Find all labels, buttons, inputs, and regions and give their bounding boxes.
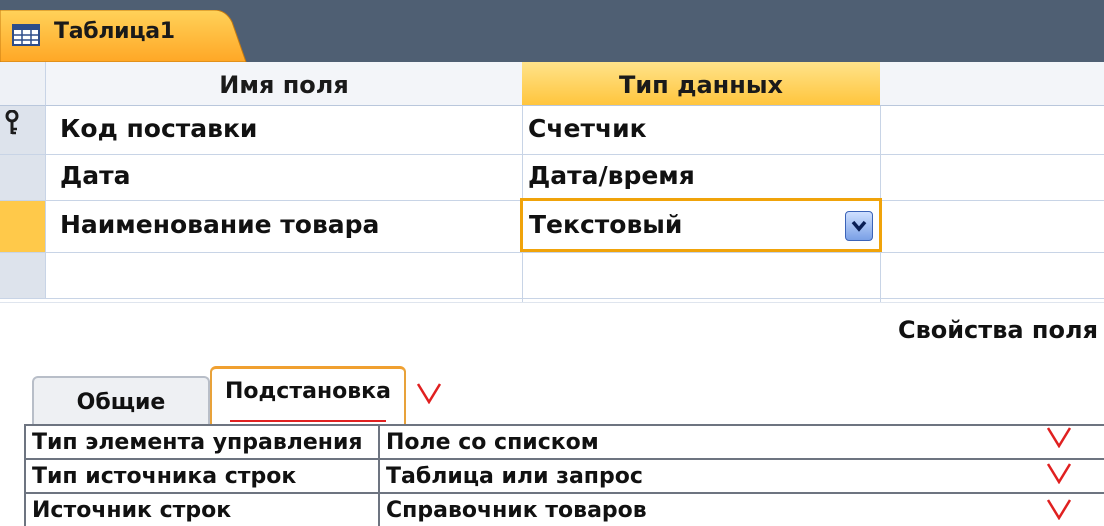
column-header-data-type-label: Тип данных xyxy=(618,71,784,99)
property-value[interactable]: Поле со списком xyxy=(380,426,1104,458)
dropdown-button[interactable] xyxy=(845,211,873,241)
property-row[interactable]: Тип источника строк Таблица или запрос xyxy=(24,460,1104,494)
column-header-data-type[interactable]: Тип данных xyxy=(522,62,880,106)
grid-line xyxy=(0,154,1104,155)
tab-general-label: Общие xyxy=(76,390,166,415)
document-tab[interactable]: Таблица1 xyxy=(0,10,248,62)
property-name: Тип источника строк xyxy=(24,460,380,492)
property-name: Источник строк xyxy=(24,494,380,526)
data-type-cell[interactable]: Дата/время xyxy=(528,161,695,190)
data-type-combobox[interactable]: Текстовый xyxy=(520,198,882,252)
field-name-cell[interactable]: Дата xyxy=(60,161,131,190)
data-type-cell[interactable]: Счетчик xyxy=(528,114,647,143)
field-name-cell[interactable]: Наименование товара xyxy=(60,210,379,239)
red-check-annotation-icon xyxy=(1046,499,1072,520)
table-icon xyxy=(12,24,40,46)
document-tab-bar: Таблица1 xyxy=(0,0,1104,62)
red-underline-annotation xyxy=(230,420,386,422)
column-header-field-name-label: Имя поля xyxy=(219,71,349,99)
table-design-grid: Имя поля Тип данных Код поставки Счетчик… xyxy=(0,62,1104,302)
document-tab-title: Таблица1 xyxy=(54,19,175,44)
field-properties-title: Свойства поля xyxy=(897,316,1098,344)
red-check-annotation-icon xyxy=(1046,427,1072,448)
row-selector-3[interactable] xyxy=(0,200,46,252)
tab-lookup[interactable]: Подстановка xyxy=(210,366,406,426)
tab-general[interactable]: Общие xyxy=(32,376,210,426)
red-check-annotation-icon xyxy=(1046,463,1072,484)
properties-table: Тип элемента управления Поле со списком … xyxy=(24,424,1104,526)
grid-line xyxy=(0,252,1104,253)
grid-line xyxy=(0,298,1104,299)
property-row[interactable]: Тип элемента управления Поле со списком xyxy=(24,426,1104,460)
grid-corner-selector[interactable] xyxy=(0,62,46,106)
tab-lookup-label: Подстановка xyxy=(225,379,391,404)
chevron-down-icon xyxy=(851,220,867,232)
row-selector-4[interactable] xyxy=(0,252,46,298)
field-name-cell[interactable]: Код поставки xyxy=(60,114,257,143)
property-row[interactable]: Источник строк Справочник товаров xyxy=(24,494,1104,526)
property-name: Тип элемента управления xyxy=(24,426,380,458)
primary-key-icon xyxy=(5,110,19,135)
property-value[interactable]: Справочник товаров xyxy=(380,494,1104,526)
row-selector-2[interactable] xyxy=(0,154,46,200)
column-header-description[interactable] xyxy=(880,62,1104,106)
red-check-annotation-icon xyxy=(416,383,442,404)
data-type-combobox-value: Текстовый xyxy=(529,210,683,239)
column-header-field-name[interactable]: Имя поля xyxy=(46,62,522,106)
property-value[interactable]: Таблица или запрос xyxy=(380,460,1104,492)
